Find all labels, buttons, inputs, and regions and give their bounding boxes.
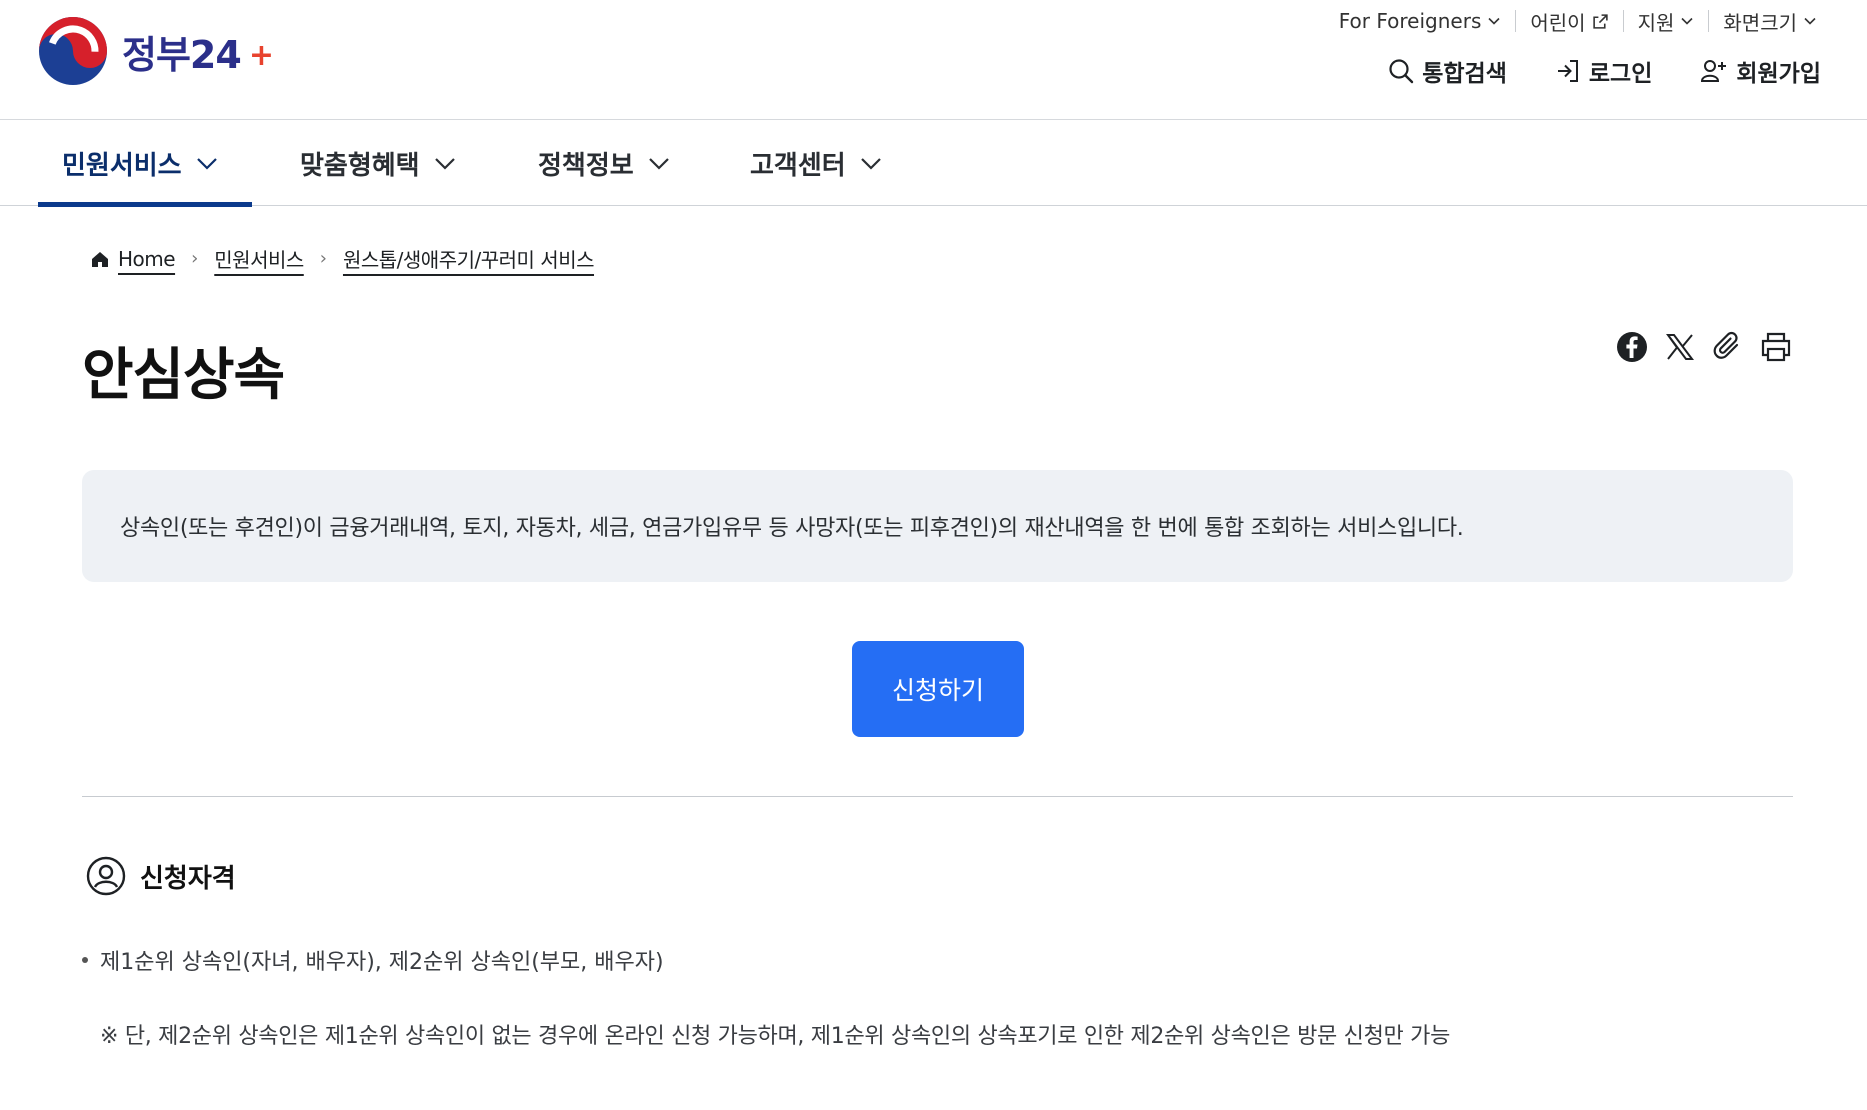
nav-item-policy-info[interactable]: 정책정보 bbox=[538, 120, 670, 206]
breadcrumb-onestop-link[interactable]: 원스톱/생애주기/꾸러미 서비스 bbox=[343, 244, 595, 273]
site-header: 정부24 + For Foreigners 어린이 지원 화면크기 통합검색 로… bbox=[0, 0, 1867, 120]
kids-label: 어린이 bbox=[1530, 10, 1586, 35]
service-description: 상속인(또는 후견인)이 금융거래내역, 토지, 자동차, 세금, 연금가입유무… bbox=[82, 470, 1793, 582]
header-actions: 통합검색 로그인 회원가입 bbox=[1388, 54, 1821, 88]
share-toolbar bbox=[1615, 330, 1793, 364]
login-icon bbox=[1557, 60, 1578, 82]
facebook-share-button[interactable] bbox=[1615, 330, 1649, 364]
paperclip-icon bbox=[1713, 331, 1739, 359]
eligibility-heading: 신청자격 bbox=[86, 856, 236, 896]
print-button[interactable] bbox=[1759, 330, 1793, 364]
section-divider bbox=[82, 796, 1793, 797]
external-link-icon bbox=[1592, 13, 1608, 29]
login-label: 로그인 bbox=[1588, 61, 1653, 87]
page-title: 안심상속 bbox=[82, 343, 285, 408]
service-description-text: 상속인(또는 후견인)이 금융거래내역, 토지, 자동차, 세금, 연금가입유무… bbox=[120, 516, 1464, 541]
list-item: 제1순위 상속인(자녀, 배우자), 제2순위 상속인(부모, 배우자) bbox=[82, 944, 664, 976]
copy-link-button[interactable] bbox=[1711, 330, 1745, 364]
breadcrumb-civil-services-link[interactable]: 민원서비스 bbox=[214, 244, 304, 273]
main-nav: 민원서비스 맞춤형혜택 정책정보 고객센터 bbox=[0, 120, 1867, 207]
screen-size-menu[interactable]: 화면크기 bbox=[1709, 8, 1831, 35]
for-foreigners-menu[interactable]: For Foreigners bbox=[1325, 8, 1516, 34]
breadcrumb-home-link[interactable]: Home bbox=[90, 246, 176, 271]
nav-item-label: 정책정보 bbox=[538, 150, 634, 181]
signup-button[interactable]: 회원가입 bbox=[1700, 54, 1821, 88]
facebook-icon bbox=[1617, 332, 1647, 362]
chevron-down-icon bbox=[860, 158, 881, 170]
chevron-down-icon bbox=[434, 158, 455, 170]
nav-item-label: 고객센터 bbox=[750, 150, 846, 181]
nav-item-custom-benefits[interactable]: 맞춤형혜택 bbox=[300, 120, 456, 206]
nav-item-label: 민원서비스 bbox=[62, 150, 182, 181]
utility-nav: For Foreigners 어린이 지원 화면크기 bbox=[1325, 8, 1831, 35]
nav-item-civil-services[interactable]: 민원서비스 bbox=[38, 120, 252, 207]
login-button[interactable]: 로그인 bbox=[1555, 54, 1652, 88]
taegeuk-emblem-icon bbox=[39, 17, 107, 85]
eligibility-bullet-text: 제1순위 상속인(자녀, 배우자), 제2순위 상속인(부모, 배우자) bbox=[100, 950, 664, 975]
chevron-down-icon bbox=[196, 158, 217, 170]
search-label: 통합검색 bbox=[1422, 61, 1507, 87]
support-menu[interactable]: 지원 bbox=[1624, 8, 1709, 35]
apply-button[interactable]: 신청하기 bbox=[852, 641, 1024, 737]
search-icon bbox=[1389, 59, 1414, 84]
x-logo-icon bbox=[1666, 334, 1694, 360]
printer-icon bbox=[1761, 332, 1791, 362]
breadcrumb: Home › 민원서비스 › 원스톱/생애주기/꾸러미 서비스 bbox=[90, 244, 595, 273]
screen-size-label: 화면크기 bbox=[1723, 10, 1797, 35]
signup-label: 회원가입 bbox=[1736, 61, 1821, 87]
nav-item-label: 맞춤형혜택 bbox=[300, 150, 420, 181]
nav-item-customer-center[interactable]: 고객센터 bbox=[750, 120, 882, 206]
kids-link[interactable]: 어린이 bbox=[1516, 8, 1622, 35]
chevron-right-icon: › bbox=[191, 248, 199, 269]
gov24-logo[interactable]: 정부24 + bbox=[36, 14, 274, 88]
user-circle-icon bbox=[86, 856, 126, 896]
bullet-icon bbox=[82, 957, 88, 963]
search-button[interactable]: 통합검색 bbox=[1388, 54, 1507, 88]
chevron-down-icon bbox=[648, 158, 669, 170]
support-label: 지원 bbox=[1637, 10, 1675, 35]
eligibility-heading-label: 신청자격 bbox=[140, 863, 236, 894]
add-user-icon bbox=[1701, 60, 1727, 82]
home-icon bbox=[92, 251, 108, 267]
chevron-down-icon bbox=[1488, 17, 1500, 25]
x-share-button[interactable] bbox=[1663, 330, 1697, 364]
logo-text: 정부24 bbox=[122, 32, 242, 77]
for-foreigners-label: For Foreigners bbox=[1338, 9, 1482, 33]
chevron-down-icon bbox=[1804, 17, 1816, 25]
chevron-down-icon bbox=[1681, 17, 1693, 25]
logo-plus-icon: + bbox=[248, 37, 274, 73]
chevron-right-icon: › bbox=[319, 248, 327, 269]
eligibility-note: ※ 단, 제2순위 상속인은 제1순위 상속인이 없는 경우에 온라인 신청 가… bbox=[100, 1024, 1451, 1049]
breadcrumb-home-label: Home bbox=[118, 246, 176, 271]
